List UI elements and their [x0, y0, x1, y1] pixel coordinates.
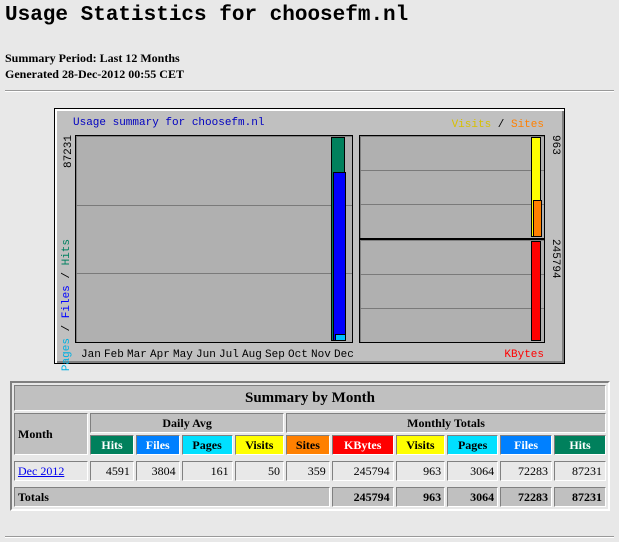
month-cell[interactable]: Dec 2012 — [14, 461, 89, 481]
month-tick-label: Jan — [81, 349, 101, 361]
gridline — [360, 204, 544, 205]
col-daily-visits: Visits — [234, 435, 285, 455]
chart-legend-hits-files-pages: Pages / Files / Hits — [61, 239, 73, 371]
legend-pages: Pages — [61, 338, 73, 372]
totals-hits: 87231 — [554, 487, 606, 507]
month-tick-label: Mar — [127, 349, 147, 361]
col-monthly-sites: Sites — [286, 435, 330, 455]
usage-chart: Usage summary for choosefm.nl Visits / S… — [54, 108, 565, 371]
month-header: Month — [14, 413, 89, 455]
totals-label: Totals — [14, 487, 330, 507]
chart-legend-visits-sites: Visits / Sites — [452, 119, 544, 131]
totals-pages: 3064 — [447, 487, 499, 507]
totals-row: Totals 245794 963 3064 72283 87231 — [14, 487, 606, 507]
summary-by-month-table: Summary by Month Month Daily Avg Monthly… — [10, 381, 610, 511]
gridline — [76, 273, 352, 274]
spacer — [14, 483, 606, 485]
gridline — [360, 308, 544, 309]
table-row: Dec 2012 4591 3804 161 50 359 245794 963… — [14, 461, 606, 481]
col-monthly-visits: Visits — [395, 435, 446, 455]
col-monthly-kbytes: KBytes — [331, 435, 394, 455]
monthly-pages-cell: 3064 — [447, 461, 499, 481]
daily-visits-cell: 50 — [234, 461, 285, 481]
max-visits-label: 963 — [549, 135, 561, 155]
kbytes-axis-label: KBytes — [504, 349, 544, 361]
pages-bar — [335, 334, 346, 341]
daily-hits-cell: 4591 — [90, 461, 134, 481]
hits-plot — [75, 135, 353, 343]
legend-separator: / — [491, 119, 511, 131]
month-tick-label: Oct — [288, 349, 308, 361]
col-monthly-hits: Hits — [554, 435, 606, 455]
divider — [5, 90, 614, 92]
gridline — [76, 205, 352, 206]
month-tick-label: May — [173, 349, 193, 361]
gridline — [360, 170, 544, 171]
kbytes-bar — [531, 241, 541, 341]
chart-title: Usage summary for choosefm.nl — [73, 117, 265, 129]
max-hits-label: 87231 — [63, 135, 75, 169]
col-daily-hits: Hits — [90, 435, 134, 455]
col-daily-pages: Pages — [181, 435, 233, 455]
month-tick-label: Apr — [150, 349, 170, 361]
daily-pages-cell: 161 — [181, 461, 233, 481]
legend-files: Files — [61, 285, 73, 319]
divider — [5, 536, 614, 538]
monthly-kbytes-cell: 245794 — [331, 461, 394, 481]
month-tick-label: Nov — [311, 349, 331, 361]
month-tick-label: Jun — [196, 349, 216, 361]
generated-date: Generated 28-Dec-2012 00:55 CET — [5, 67, 184, 81]
files-bar — [333, 172, 346, 341]
totals-visits: 963 — [395, 487, 446, 507]
month-tick-label: Dec — [334, 349, 354, 361]
table-title: Summary by Month — [14, 385, 606, 411]
legend-separator: / — [61, 265, 73, 286]
legend-separator: / — [61, 318, 73, 339]
legend-visits: Visits — [451, 119, 492, 131]
max-kbytes-label: 245794 — [549, 239, 561, 279]
monthly-hits-cell: 87231 — [554, 461, 606, 481]
legend-hits: Hits — [61, 239, 73, 266]
totals-kbytes: 245794 — [331, 487, 394, 507]
monthly-files-cell: 72283 — [500, 461, 553, 481]
month-tick-label: Feb — [104, 349, 124, 361]
month-tick-label: Sep — [265, 349, 285, 361]
col-monthly-pages: Pages — [447, 435, 499, 455]
monthly-sites-cell: 359 — [286, 461, 330, 481]
month-link[interactable]: Dec 2012 — [18, 464, 64, 478]
kbytes-plot — [359, 239, 545, 343]
daily-files-cell: 3804 — [135, 461, 180, 481]
legend-sites: Sites — [510, 119, 544, 131]
month-tick-label: Aug — [242, 349, 262, 361]
month-tick-label: Jul — [219, 349, 239, 361]
monthly-totals-header: Monthly Totals — [286, 413, 606, 433]
monthly-visits-cell: 963 — [395, 461, 446, 481]
spacer — [14, 457, 606, 459]
totals-files: 72283 — [500, 487, 553, 507]
col-monthly-files: Files — [500, 435, 553, 455]
gridline — [360, 274, 544, 275]
page-title: Usage Statistics for choosefm.nl — [5, 4, 409, 27]
visits-plot — [359, 135, 545, 239]
col-daily-files: Files — [135, 435, 180, 455]
summary-period: Summary Period: Last 12 Months — [5, 51, 180, 65]
sites-bar — [533, 200, 542, 237]
daily-avg-header: Daily Avg — [90, 413, 285, 433]
